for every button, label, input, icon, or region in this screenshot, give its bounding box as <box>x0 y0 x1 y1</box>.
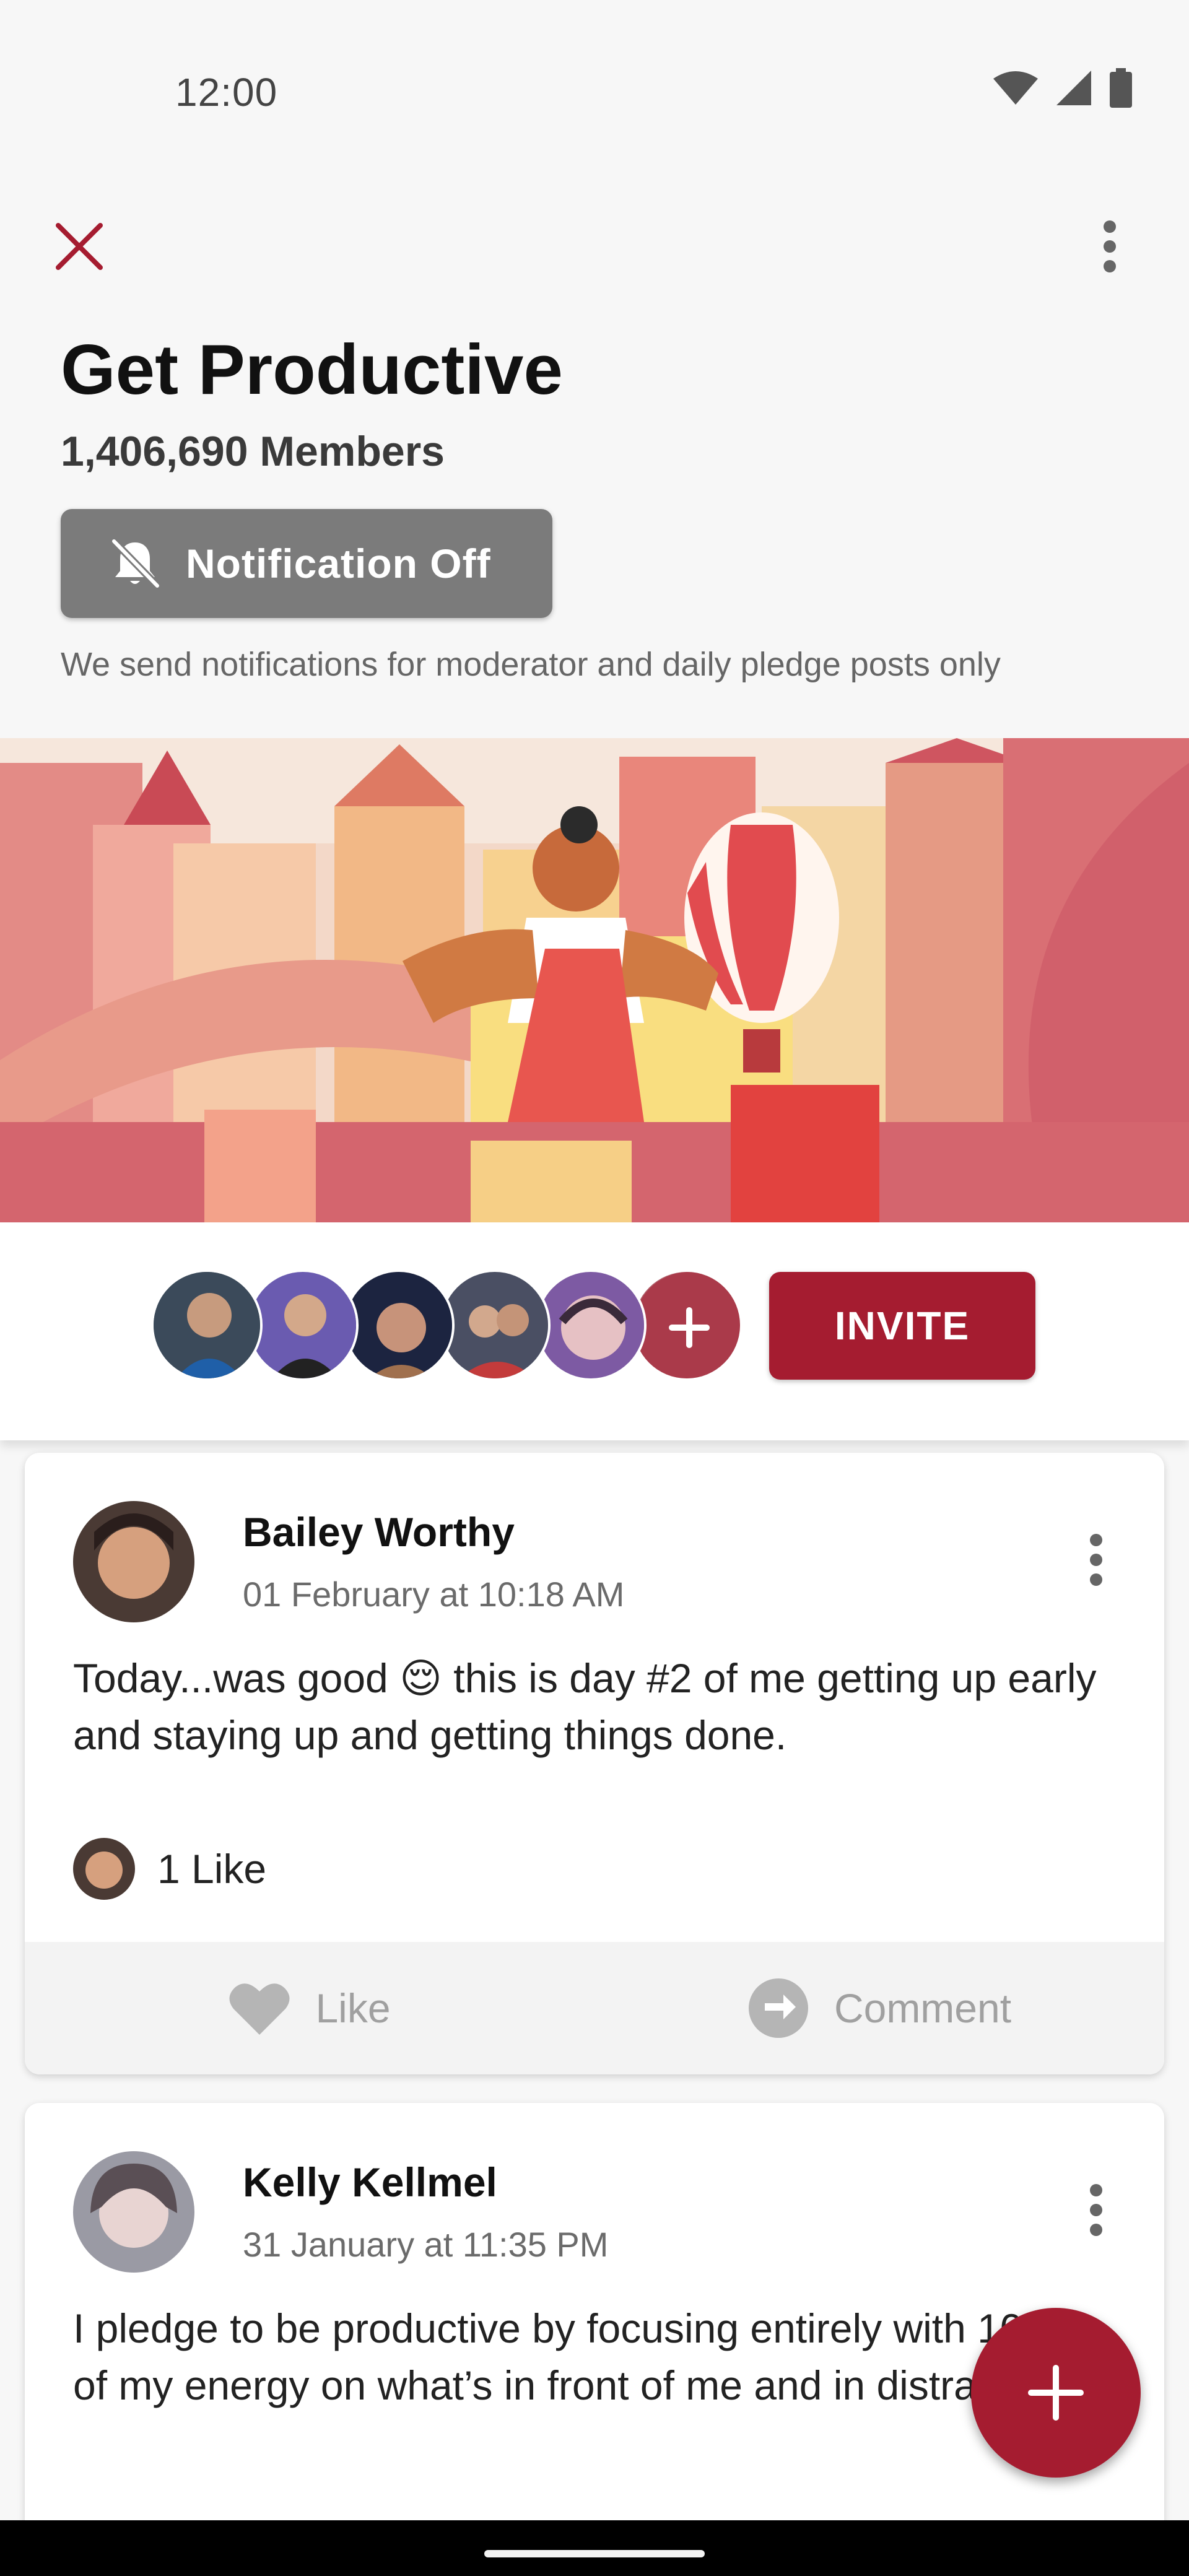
comment-label: Comment <box>834 1985 1012 2031</box>
notification-toggle-button[interactable]: Notification Off <box>61 509 552 618</box>
post-more-button[interactable] <box>1065 2170 1127 2250</box>
status-bar: 12:00 <box>0 0 1189 186</box>
post-card: Bailey Worthy 01 February at 10:18 AM To… <box>25 1453 1164 2074</box>
group-header: Get Productive 1,406,690 Members Notific… <box>0 186 1189 738</box>
more-options-button[interactable] <box>1074 211 1146 282</box>
more-members-avatar <box>631 1269 743 1381</box>
avatar <box>343 1269 455 1381</box>
like-summary[interactable]: 1 Like <box>73 1838 266 1900</box>
more-vert-icon <box>1090 2184 1102 2236</box>
invite-button[interactable]: INVITE <box>769 1272 1035 1380</box>
post-author[interactable]: Bailey Worthy <box>243 1508 515 1556</box>
post-date: 31 January at 11:35 PM <box>243 2225 609 2264</box>
status-icons <box>992 68 1133 111</box>
avatar <box>439 1269 551 1381</box>
close-icon <box>56 223 103 270</box>
post-actions: Like Comment <box>25 1942 1164 2074</box>
member-count: 1,406,690 Members <box>61 428 445 475</box>
group-banner-image <box>0 738 1189 1222</box>
post-text: Today...was good 😌 this is day #2 of me … <box>73 1655 1097 1758</box>
status-time: 12:00 <box>175 70 278 115</box>
new-post-fab[interactable] <box>971 2308 1141 2478</box>
post-date: 01 February at 10:18 AM <box>243 1575 625 1614</box>
more-vert-icon <box>1104 220 1116 272</box>
avatar <box>151 1269 263 1381</box>
avatar[interactable] <box>73 2151 194 2273</box>
plus-icon <box>1028 2365 1084 2421</box>
signal-icon <box>1055 69 1092 110</box>
comment-button[interactable]: Comment <box>594 1942 1164 2074</box>
heart-icon <box>229 1983 290 2035</box>
more-vert-icon <box>1090 1534 1102 1586</box>
post-more-button[interactable] <box>1065 1520 1127 1600</box>
member-avatar-stack[interactable] <box>151 1269 746 1381</box>
avatar <box>535 1269 647 1381</box>
close-button[interactable] <box>43 211 115 282</box>
notifications-off-icon <box>111 538 160 589</box>
battery-icon <box>1108 68 1133 111</box>
avatar <box>73 1838 135 1900</box>
like-button[interactable]: Like <box>25 1942 594 2074</box>
system-nav-bar <box>0 2520 1189 2576</box>
members-invite-row: INVITE <box>0 1222 1189 1440</box>
like-label: Like <box>315 1985 391 2031</box>
like-count: 1 Like <box>157 1846 267 1892</box>
avatar <box>247 1269 359 1381</box>
home-gesture-handle[interactable] <box>484 2550 705 2557</box>
avatar[interactable] <box>73 1501 194 1622</box>
notification-note: We send notifications for moderator and … <box>61 646 1001 683</box>
wifi-icon <box>992 70 1039 109</box>
comment-arrow-icon <box>748 1978 808 2038</box>
notification-button-label: Notification Off <box>186 541 491 586</box>
post-text: I pledge to be productive by focusing en… <box>73 2305 1084 2408</box>
post-author[interactable]: Kelly Kellmel <box>243 2159 497 2206</box>
post-card: Kelly Kellmel 31 January at 11:35 PM I p… <box>25 2103 1164 2520</box>
page-title: Get Productive <box>61 331 563 409</box>
